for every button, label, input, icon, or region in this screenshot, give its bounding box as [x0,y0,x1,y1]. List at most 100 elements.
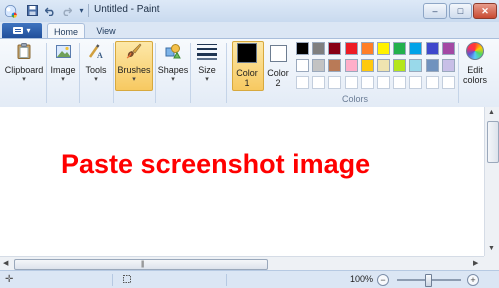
group-separator [46,43,47,103]
status-bar: ✛ 100% − + [0,270,499,288]
palette-color-swatch[interactable] [409,59,423,72]
quick-access-separator [88,4,89,17]
clipboard-label: Clipboard [4,65,44,75]
palette-color-swatch[interactable] [296,59,309,72]
palette-color-swatch[interactable] [409,42,423,55]
palette-color-swatch[interactable] [360,76,374,89]
drawing-canvas[interactable]: Paste screenshot image [0,107,484,256]
palette-color-swatch[interactable] [377,42,390,55]
horizontal-scroll-thumb[interactable]: ||| [14,259,268,270]
shapes-button[interactable]: Shapes ▾ [157,41,189,83]
selection-size-icon [122,274,132,287]
cursor-position-icon: ✛ [5,274,14,285]
grip-icon: ||| [141,261,145,268]
zoom-slider-thumb[interactable] [425,274,432,287]
group-separator [155,43,156,103]
palette-color-swatch[interactable] [296,76,309,89]
canvas-text: Paste screenshot image [61,149,371,179]
redo-icon[interactable] [59,3,74,18]
tools-label: Tools [85,65,107,75]
palette-color-swatch[interactable] [441,59,455,72]
scroll-right-icon[interactable]: ▶ [473,259,478,267]
zoom-level: 100% [350,274,374,284]
color1-button[interactable]: Color 1 [232,41,262,88]
palette-color-swatch[interactable] [328,42,342,55]
edit-colors-label-2: colors [462,75,487,85]
palette-color-swatch[interactable] [393,76,407,89]
palette-color-swatch[interactable] [312,42,326,55]
palette-color-swatch[interactable] [425,42,439,55]
palette-color-swatch[interactable] [360,42,374,55]
save-icon[interactable] [25,3,40,18]
palette-color-swatch[interactable] [425,76,439,89]
chevron-down-icon: ▾ [132,76,136,83]
palette-color-swatch[interactable] [360,59,374,72]
zoom-out-button[interactable]: − [377,274,389,286]
palette-color-swatch[interactable] [344,59,358,72]
brushes-label: Brushes [117,65,151,75]
color-wheel-icon [464,41,486,61]
horizontal-scrollbar[interactable]: ◀ ||| ▶ [0,256,484,271]
close-button[interactable]: ✕ [473,3,497,19]
scrollbar-corner [484,256,499,270]
palette-color-swatch[interactable] [344,76,358,89]
minimize-button[interactable]: – [423,3,447,19]
line-width-icon [196,41,218,61]
palette-color-swatch[interactable] [344,42,358,55]
image-icon [52,41,74,61]
scroll-left-icon[interactable]: ◀ [3,259,8,267]
scroll-up-icon[interactable]: ▲ [488,109,495,116]
palette-color-swatch[interactable] [425,59,439,72]
vertical-scroll-thumb[interactable] [487,121,499,163]
size-label: Size [198,65,216,75]
size-button[interactable]: Size ▾ [192,41,222,83]
color1-swatch [237,43,257,63]
vertical-scrollbar[interactable]: ▲ ▼ [484,107,499,256]
svg-text:A: A [97,51,103,59]
paint-app-icon[interactable] [3,3,18,18]
palette-color-swatch[interactable] [312,59,326,72]
group-separator [226,43,227,103]
palette-color-swatch[interactable] [377,59,390,72]
color2-button[interactable]: Color 2 [263,41,293,88]
tab-view[interactable]: View [88,23,124,39]
palette-color-swatch[interactable] [441,76,455,89]
color2-label: Color [267,68,289,78]
chevron-down-icon: ▾ [205,76,209,83]
color2-number: 2 [275,78,281,88]
palette-color-swatch[interactable] [377,76,390,89]
image-button[interactable]: Image ▾ [48,41,78,83]
group-separator [79,43,80,103]
palette-color-swatch[interactable] [328,59,342,72]
edit-colors-button[interactable]: Edit colors [460,41,490,85]
palette-color-swatch[interactable] [393,59,407,72]
file-menu-button[interactable]: ▾ [2,23,42,38]
customize-toolbar-icon[interactable]: ▾ [74,3,89,18]
group-separator [190,43,191,103]
clipboard-button[interactable]: Clipboard ▾ [4,41,44,83]
palette-color-swatch[interactable] [296,42,309,55]
ribbon-home: Clipboard ▾ Image ▾ A Tools ▾ Brushes ▾ … [0,38,499,108]
undo-icon[interactable] [43,3,58,18]
chevron-down-icon: ▾ [61,76,65,83]
palette-color-swatch[interactable] [393,42,407,55]
shapes-icon [162,41,184,61]
palette-color-swatch[interactable] [312,76,326,89]
palette-color-swatch[interactable] [409,76,423,89]
brushes-button[interactable]: Brushes ▾ [115,41,153,83]
chevron-down-icon: ▾ [171,76,175,83]
file-menu-icon [13,27,24,34]
palette-color-swatch[interactable] [328,76,342,89]
color1-label: Color [236,68,258,78]
scroll-down-icon[interactable]: ▼ [488,245,495,252]
chevron-down-icon: ▾ [26,26,31,35]
chevron-down-icon: ▾ [22,76,26,83]
edit-colors-label: Edit [467,65,483,75]
tools-button[interactable]: A Tools ▾ [81,41,111,83]
maximize-button[interactable]: □ [449,3,472,19]
zoom-in-button[interactable]: + [467,274,479,286]
shapes-label: Shapes [157,65,189,75]
palette-color-swatch[interactable] [441,42,455,55]
brush-icon [123,41,145,61]
title-bar: ▾ Untitled - Paint – □ ✕ [0,0,499,23]
